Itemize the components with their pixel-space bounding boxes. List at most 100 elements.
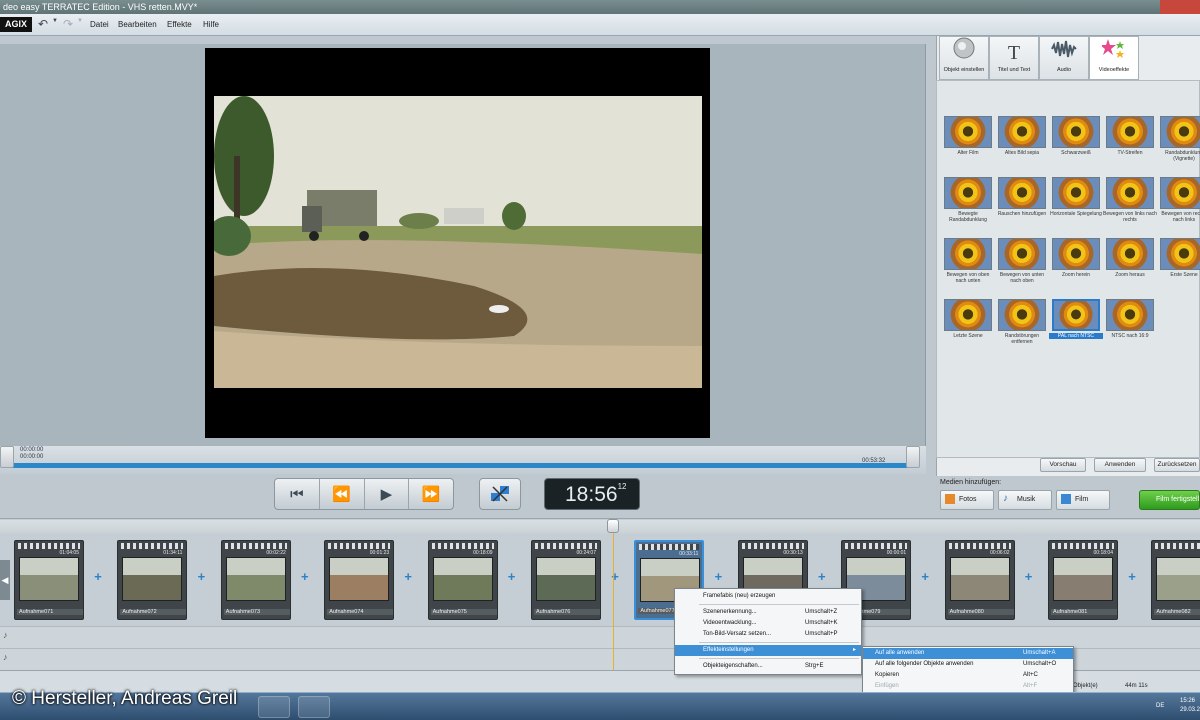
effect-item[interactable]: Randabdunklung (Vignette) [1157, 116, 1200, 162]
scene-clip[interactable]: 00:18:04 Aufnahme081 [1048, 540, 1118, 620]
add-transition-icon[interactable]: + [299, 570, 311, 583]
tab-videoeffekte[interactable]: Videoeffekte [1089, 36, 1139, 80]
undo-icon[interactable]: ↶ [38, 17, 52, 32]
effect-item[interactable]: Alter Film [941, 116, 995, 156]
scene-clip[interactable]: Aufnahme082 [1151, 540, 1200, 620]
menu-item[interactable]: Ton-Bild-Versatz setzen... Umschalt+P [675, 629, 861, 640]
finish-movie-button[interactable]: Film fertigstellen [1139, 490, 1200, 510]
redo-icon[interactable]: ↷ [63, 17, 77, 32]
effect-item[interactable]: Letzte Szene [941, 299, 995, 339]
add-transition-icon[interactable]: + [919, 570, 931, 583]
tray-clock[interactable]: 15:26 29.03.2011 [1180, 697, 1200, 715]
menu-item[interactable]: Kopieren Alt+C [863, 670, 1073, 681]
effect-item[interactable]: Bewegen von links nach rechts [1103, 177, 1157, 223]
effect-label: Altes Bild sepia [1004, 150, 1040, 156]
menu-bearbeiten[interactable]: Bearbeiten [118, 14, 157, 36]
effect-item[interactable]: TV-Streifen [1103, 116, 1157, 156]
add-photos-button[interactable]: Fotos [940, 490, 994, 510]
taskbar-app-item[interactable] [298, 696, 330, 718]
scene-clip[interactable]: 00:24:07 Aufnahme076 [531, 540, 601, 620]
redo-dropdown-icon[interactable]: ▼ [77, 18, 83, 24]
add-transition-icon[interactable]: + [816, 570, 828, 583]
add-transition-icon[interactable]: + [1023, 570, 1035, 583]
add-film-button[interactable]: Film [1056, 490, 1110, 510]
play-button[interactable]: ▶ [365, 479, 410, 509]
scroll-left-button[interactable]: ◀ [0, 560, 10, 600]
effect-label: Letzte Szene [953, 333, 983, 339]
skip-start-button[interactable]: ⏮ [275, 479, 320, 509]
scene-clip[interactable]: 01:34:11 Aufnahme072 [117, 540, 188, 620]
audio-wave-icon [1040, 37, 1088, 67]
scene-clip[interactable]: 00:02:22 Aufnahme073 [220, 540, 291, 620]
effect-item[interactable]: NTSC nach 16:9 [1103, 299, 1157, 339]
effect-item[interactable]: Rauschen hinzufügen [995, 177, 1049, 217]
menu-item[interactable]: Auf alle folgender Objekte anwenden Umsch… [863, 659, 1073, 670]
effect-item[interactable]: PAL nach NTSC [1049, 299, 1103, 339]
tray-language[interactable]: DE [1156, 703, 1164, 709]
tab-titel-und-text[interactable]: T Titel und Text [989, 36, 1039, 80]
effect-thumbnail [944, 299, 992, 331]
menu-item[interactable]: Objekteigenschaften... Strg+E [675, 661, 861, 672]
effect-item[interactable]: Bewegen von unten nach oben [995, 238, 1049, 284]
rewind-button[interactable]: ⏪ [320, 479, 365, 509]
effect-item[interactable]: Altes Bild sepia [995, 116, 1049, 156]
window-close-button[interactable] [1160, 0, 1200, 14]
scene-clip[interactable]: 00:01:23 Aufnahme074 [324, 540, 395, 620]
effect-item[interactable]: Zoom herein [1049, 238, 1103, 278]
music-track[interactable] [0, 626, 1200, 648]
effect-thumbnail [1106, 238, 1154, 270]
menu-item[interactable]: Szenenerkennung... Umschalt+Z [675, 607, 861, 618]
fast-forward-button[interactable]: ⏩ [409, 479, 453, 509]
scene-duration: 00:18:09 [473, 550, 493, 556]
effect-item[interactable]: Randstörungen entfernen [995, 299, 1049, 345]
position-end-handle[interactable] [906, 446, 920, 468]
menu-item[interactable]: Videoentwacklung... Umschalt+K [675, 618, 861, 629]
menu-hilfe[interactable]: Hilfe [203, 14, 219, 36]
position-slider-track[interactable] [6, 463, 918, 468]
effect-item[interactable]: Schwarzweiß [1049, 116, 1103, 156]
menu-item[interactable]: Effekteinstellungen ▸ [675, 645, 861, 656]
preview-effect-button[interactable]: Vorschau [1040, 458, 1086, 472]
cut-button[interactable] [479, 478, 521, 510]
menu-item-shortcut: Umschalt+O [1023, 661, 1057, 667]
scene-name: Aufnahme081 [1051, 609, 1117, 615]
add-transition-icon[interactable]: + [195, 570, 207, 583]
add-music-button[interactable]: ♪ Musik [998, 490, 1052, 510]
scene-clip[interactable]: 00:06:02 Aufnahme080 [944, 540, 1015, 620]
menu-separator [699, 642, 859, 643]
menu-datei[interactable]: Datei [90, 14, 109, 36]
undo-dropdown-icon[interactable]: ▼ [52, 18, 58, 24]
effect-item[interactable]: Erste Szene [1157, 238, 1200, 278]
effect-item[interactable]: Bewegen von rechts nach links [1157, 177, 1200, 223]
tab-audio[interactable]: Audio [1039, 36, 1089, 80]
add-transition-icon[interactable]: + [506, 570, 518, 583]
effect-item[interactable]: Bewegen von oben nach unten [941, 238, 995, 284]
add-transition-icon[interactable]: + [402, 570, 414, 583]
position-start-handle[interactable] [0, 446, 14, 468]
film-perforation [1155, 543, 1200, 549]
playhead-handle[interactable] [607, 519, 619, 533]
scene-clip[interactable]: 01:04:05 Aufnahme071 [14, 540, 84, 620]
taskbar-app-item[interactable] [258, 696, 290, 718]
add-transition-icon[interactable]: + [609, 570, 621, 583]
add-transition-icon[interactable]: + [712, 570, 724, 583]
add-transition-icon[interactable]: + [92, 570, 104, 583]
film-perforation [639, 544, 700, 550]
timeline-ruler[interactable] [0, 520, 1200, 534]
menu-item-shortcut: Umschalt+Z [805, 609, 838, 615]
film-perforation [1052, 543, 1114, 549]
menu-item[interactable]: Auf alle anwenden Umschalt+A [863, 648, 1073, 659]
effect-item[interactable]: Zoom heraus [1103, 238, 1157, 278]
effect-item[interactable]: Bewegte Randabdunklung [941, 177, 995, 223]
apply-effect-button[interactable]: Anwenden [1094, 458, 1146, 472]
reset-effect-button[interactable]: Zurücksetzen [1154, 458, 1200, 472]
menu-effekte[interactable]: Effekte [167, 14, 192, 36]
tab-objekt-einstellen[interactable]: Objekt einstellen [939, 36, 989, 80]
add-transition-icon[interactable]: + [1126, 570, 1138, 583]
menu-item-label: Kopieren [875, 672, 900, 678]
menu-item-label: Ton-Bild-Versatz setzen... [703, 631, 772, 637]
menu-item[interactable]: Framefabis (neu) erzeugen [675, 591, 861, 602]
effect-item[interactable]: Horizontale Spiegelung [1049, 177, 1103, 217]
menu-item[interactable]: Einfügen Alt+F [863, 681, 1073, 692]
scene-clip[interactable]: 00:18:09 Aufnahme075 [427, 540, 498, 620]
